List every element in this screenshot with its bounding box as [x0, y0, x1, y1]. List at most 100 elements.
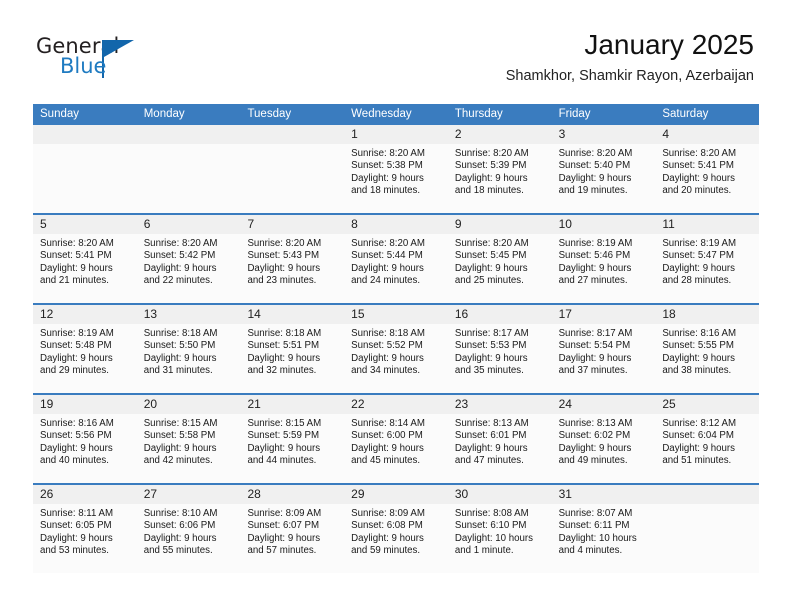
day-number[interactable]: 25: [655, 395, 759, 414]
daylight-text-line1: Daylight: 9 hours: [558, 262, 632, 274]
daylight-text-line2: and 1 minute.: [454, 545, 514, 557]
daylight-text-line1: Daylight: 9 hours: [143, 532, 217, 544]
day-number[interactable]: 24: [552, 395, 656, 414]
day-number[interactable]: 4: [655, 125, 759, 144]
daylight-text-line2: and 38 minutes.: [662, 365, 732, 377]
day-number[interactable]: 29: [344, 485, 448, 504]
day-cell[interactable]: Sunrise: 8:18 AM Sunset: 5:51 PM Daylight:…: [240, 324, 344, 393]
day-number[interactable]: 27: [137, 485, 241, 504]
day-cell[interactable]: Sunrise: 8:20 AM Sunset: 5:43 PM Daylight:…: [240, 234, 344, 303]
day-cell[interactable]: Sunrise: 8:16 AM Sunset: 5:55 PM Daylight:…: [655, 324, 759, 393]
calendar-week-row: 1 2 3 4 Sunrise: 8:20 AM Sunset: 5:38 PM Dayli…: [33, 125, 759, 213]
day-number[interactable]: 19: [33, 395, 137, 414]
day-cell[interactable]: Sunrise: 8:17 AM Sunset: 5:54 PM Daylight:…: [552, 324, 656, 393]
daylight-text-line1: Daylight: 9 hours: [40, 442, 113, 454]
day-number[interactable]: 20: [137, 395, 241, 414]
day-cell[interactable]: Sunrise: 8:15 AM Sunset: 5:59 PM Daylight:…: [240, 414, 344, 483]
day-number[interactable]: 23: [448, 395, 552, 414]
daylight-text-line1: Daylight: 9 hours: [558, 442, 632, 454]
sunrise-text: Sunrise: 8:20 AM: [247, 238, 322, 249]
daylight-text-line2: and 25 minutes.: [454, 275, 524, 287]
day-number[interactable]: 5: [33, 215, 137, 234]
day-cell[interactable]: Sunrise: 8:07 AM Sunset: 6:11 PM Daylight:…: [552, 504, 656, 573]
day-number[interactable]: 14: [240, 305, 344, 324]
day-number[interactable]: 8: [344, 215, 448, 234]
day-cell[interactable]: Sunrise: 8:20 AM Sunset: 5:38 PM Daylight:…: [344, 144, 448, 213]
day-cell[interactable]: Sunrise: 8:12 AM Sunset: 6:04 PM Daylight:…: [655, 414, 759, 483]
day-cell[interactable]: Sunrise: 8:17 AM Sunset: 5:53 PM Daylight:…: [448, 324, 552, 393]
sunset-text: Sunset: 6:07 PM: [247, 520, 320, 532]
day-number[interactable]: 28: [240, 485, 344, 504]
day-number[interactable]: 26: [33, 485, 137, 504]
day-cell[interactable]: Sunrise: 8:19 AM Sunset: 5:48 PM Daylight:…: [33, 324, 137, 393]
day-number[interactable]: 11: [655, 215, 759, 234]
daylight-text-line1: Daylight: 9 hours: [247, 352, 321, 364]
general-blue-logo[interactable]: General Blue: [36, 34, 166, 82]
day-cell[interactable]: Sunrise: 8:18 AM Sunset: 5:52 PM Daylight:…: [344, 324, 448, 393]
day-number[interactable]: 21: [240, 395, 344, 414]
weekday-header-wednesday: Wednesday: [351, 108, 412, 120]
day-number[interactable]: 12: [33, 305, 137, 324]
daylight-text-line2: and 40 minutes.: [40, 455, 109, 467]
day-number[interactable]: 10: [552, 215, 656, 234]
day-number[interactable]: 13: [137, 305, 241, 324]
day-number[interactable]: 2: [448, 125, 552, 144]
daylight-text-line1: Daylight: 9 hours: [558, 352, 632, 364]
day-cell[interactable]: Sunrise: 8:20 AM Sunset: 5:42 PM Daylight:…: [137, 234, 241, 303]
daylight-text-line1: Daylight: 9 hours: [40, 352, 113, 364]
day-cell[interactable]: Sunrise: 8:19 AM Sunset: 5:47 PM Daylight:…: [655, 234, 759, 303]
day-cell[interactable]: Sunrise: 8:19 AM Sunset: 5:46 PM Daylight:…: [552, 234, 656, 303]
day-cell[interactable]: Sunrise: 8:20 AM Sunset: 5:45 PM Daylight:…: [448, 234, 552, 303]
sunset-text: Sunset: 5:46 PM: [558, 250, 631, 262]
day-number[interactable]: 6: [137, 215, 241, 234]
day-cell[interactable]: Sunrise: 8:18 AM Sunset: 5:50 PM Daylight:…: [137, 324, 241, 393]
day-cell[interactable]: Sunrise: 8:08 AM Sunset: 6:10 PM Daylight:…: [448, 504, 552, 573]
day-cell[interactable]: Sunrise: 8:15 AM Sunset: 5:58 PM Daylight:…: [137, 414, 241, 483]
day-cell[interactable]: Sunrise: 8:20 AM Sunset: 5:39 PM Daylight:…: [448, 144, 552, 213]
day-cell[interactable]: Sunrise: 8:11 AM Sunset: 6:05 PM Daylight:…: [33, 504, 137, 573]
day-cell[interactable]: Sunrise: 8:20 AM Sunset: 5:41 PM Daylight:…: [655, 144, 759, 213]
day-cell[interactable]: Sunrise: 8:13 AM Sunset: 6:01 PM Daylight:…: [448, 414, 552, 483]
day-cell[interactable]: Sunrise: 8:20 AM Sunset: 5:40 PM Daylight:…: [552, 144, 656, 213]
day-number[interactable]: 1: [344, 125, 448, 144]
day-number[interactable]: 17: [552, 305, 656, 324]
day-cell[interactable]: Sunrise: 8:13 AM Sunset: 6:02 PM Daylight:…: [552, 414, 656, 483]
daylight-text-line2: and 18 minutes.: [351, 185, 421, 197]
sunrise-text: Sunrise: 8:14 AM: [351, 418, 425, 429]
calendar-week-row: 5 6 7 8 9 10 11 Sunrise: 8:20 AM Sunset: 5:41 PM…: [33, 213, 759, 303]
sunrise-text: Sunrise: 8:13 AM: [454, 418, 529, 429]
daylight-text-line1: Daylight: 9 hours: [662, 442, 736, 454]
sunrise-text: Sunrise: 8:20 AM: [40, 238, 114, 249]
week-detail-strip: Sunrise: 8:16 AM Sunset: 5:56 PM Daylight:…: [33, 414, 759, 483]
day-number[interactable]: 31: [552, 485, 656, 504]
day-number[interactable]: 3: [552, 125, 656, 144]
sunset-text: Sunset: 5:47 PM: [662, 250, 734, 262]
day-number[interactable]: 18: [655, 305, 759, 324]
day-number[interactable]: 30: [448, 485, 552, 504]
week-date-strip: 12 13 14 15 16 17 18: [33, 305, 759, 324]
daylight-text-line1: Daylight: 9 hours: [40, 262, 113, 274]
day-number[interactable]: 9: [448, 215, 552, 234]
day-cell[interactable]: Sunrise: 8:14 AM Sunset: 6:00 PM Daylight:…: [344, 414, 448, 483]
day-cell[interactable]: Sunrise: 8:09 AM Sunset: 6:07 PM Daylight:…: [240, 504, 344, 573]
sunrise-text: Sunrise: 8:20 AM: [351, 148, 425, 159]
daylight-text-line2: and 57 minutes.: [247, 545, 317, 557]
sunrise-text: Sunrise: 8:16 AM: [40, 418, 114, 429]
day-number[interactable]: 15: [344, 305, 448, 324]
week-date-strip: 5 6 7 8 9 10 11: [33, 215, 759, 234]
day-number[interactable]: 16: [448, 305, 552, 324]
sunset-text: Sunset: 6:00 PM: [351, 430, 423, 442]
sunrise-text: Sunrise: 8:20 AM: [558, 148, 633, 159]
day-cell[interactable]: Sunrise: 8:20 AM Sunset: 5:44 PM Daylight:…: [344, 234, 448, 303]
daylight-text-line2: and 28 minutes.: [662, 275, 732, 287]
day-number[interactable]: 22: [344, 395, 448, 414]
day-cell[interactable]: Sunrise: 8:10 AM Sunset: 6:06 PM Daylight:…: [137, 504, 241, 573]
day-cell-empty: [240, 144, 344, 213]
day-cell[interactable]: Sunrise: 8:20 AM Sunset: 5:41 PM Daylight:…: [33, 234, 137, 303]
day-number[interactable]: 7: [240, 215, 344, 234]
daylight-text-line2: and 34 minutes.: [351, 365, 421, 377]
day-cell[interactable]: Sunrise: 8:16 AM Sunset: 5:56 PM Daylight:…: [33, 414, 137, 483]
daylight-text-line1: Daylight: 10 hours: [558, 532, 637, 544]
sunrise-text: Sunrise: 8:20 AM: [454, 148, 529, 159]
day-cell[interactable]: Sunrise: 8:09 AM Sunset: 6:08 PM Daylight:…: [344, 504, 448, 573]
